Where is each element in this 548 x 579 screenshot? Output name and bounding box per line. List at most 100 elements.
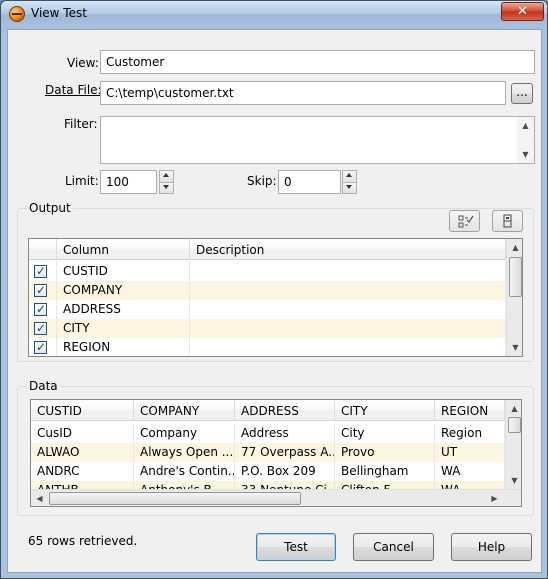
output-scrollbar[interactable]: ▲ ▼	[506, 239, 522, 356]
filter-label: Filter:	[64, 117, 98, 131]
data-row[interactable]: ALWAO Always Open ... 77 Overpass A... P…	[31, 443, 505, 462]
data-row[interactable]: ANDRC Andre's Contin... P.O. Box 209 Bel…	[31, 462, 505, 481]
view-label: View:	[67, 56, 99, 70]
data-cell: Region	[435, 424, 505, 443]
output-description[interactable]	[190, 319, 506, 338]
window-title: View Test	[31, 6, 87, 20]
filter-field[interactable]	[100, 116, 535, 164]
data-cell: UT	[435, 443, 505, 462]
output-group-label: Output	[27, 201, 73, 215]
scroll-arrow-icon[interactable]: ▲	[517, 117, 534, 134]
status-text: 65 rows retrieved.	[28, 534, 138, 548]
data-cell: Company	[134, 424, 235, 443]
scroll-arrow-icon[interactable]: ▶	[486, 490, 503, 506]
spinner-down-icon[interactable]	[160, 182, 173, 193]
datafile-label: Data File:	[45, 83, 102, 97]
skip-spinner[interactable]	[342, 170, 357, 194]
row-checkbox[interactable]	[29, 300, 57, 319]
output-row[interactable]: COMPANY	[29, 281, 506, 300]
output-description[interactable]	[190, 338, 506, 356]
data-group-label: Data	[27, 379, 60, 393]
output-column-name: COMPANY	[57, 281, 190, 300]
title-bar[interactable]: View Test ✕	[1, 1, 547, 27]
skip-label: Skip:	[247, 174, 277, 188]
output-description[interactable]	[190, 281, 506, 300]
output-column-name: CITY	[57, 319, 190, 338]
checkbox-checked[interactable]	[34, 321, 47, 335]
data-cell: 77 Overpass A...	[235, 443, 335, 462]
output-header-column[interactable]: Column	[57, 239, 190, 260]
output-grid: Column Description CUSTID COMPANY ADDRES…	[28, 238, 523, 357]
output-row[interactable]: ADDRESS	[29, 300, 506, 319]
select-all-button[interactable]	[449, 210, 480, 232]
data-cell: Bellingham	[335, 462, 435, 481]
checkbox-checked[interactable]	[34, 264, 47, 278]
help-button[interactable]: Help	[451, 533, 532, 561]
data-header-city[interactable]: CITY	[335, 400, 435, 421]
datafile-field[interactable]: C:\temp\customer.txt	[100, 81, 506, 105]
output-header-description[interactable]: Description	[190, 239, 506, 260]
checkbox-checked[interactable]	[34, 340, 47, 354]
view-test-window: View Test ✕ View: Customer Data File: C:…	[0, 0, 548, 579]
skip-field[interactable]: 0	[278, 170, 341, 194]
data-cell: Always Open ...	[134, 443, 235, 462]
data-header-company[interactable]: COMPANY	[134, 400, 235, 421]
data-row[interactable]: CusID Company Address City Region	[31, 424, 505, 443]
output-row[interactable]: CITY	[29, 319, 506, 338]
output-description[interactable]	[190, 300, 506, 319]
scroll-arrow-icon[interactable]: ◀	[31, 490, 48, 506]
scroll-arrow-icon[interactable]: ▲	[507, 239, 522, 256]
checkbox-checked[interactable]	[34, 302, 47, 316]
scroll-arrow-icon[interactable]: ▼	[506, 472, 521, 489]
view-field[interactable]: Customer	[100, 50, 535, 74]
data-cell: ANDRC	[31, 462, 134, 481]
data-cell: Andre's Contin...	[134, 462, 235, 481]
scroll-thumb[interactable]	[509, 257, 522, 297]
data-cell: CusID	[31, 424, 134, 443]
close-button[interactable]: ✕	[501, 2, 544, 21]
app-icon	[9, 6, 25, 22]
checkbox-checked[interactable]	[34, 283, 47, 297]
output-column-name: ADDRESS	[57, 300, 190, 319]
check-list-icon	[458, 215, 474, 228]
data-cell: P.O. Box 209	[235, 462, 335, 481]
data-header-custid[interactable]: CUSTID	[31, 400, 134, 421]
browse-button[interactable]: ...	[511, 83, 533, 104]
data-hscrollbar[interactable]: ◀ ▶	[31, 489, 521, 506]
spinner-up-icon[interactable]	[160, 171, 173, 182]
output-description[interactable]	[190, 262, 506, 281]
output-column-name: CUSTID	[57, 262, 190, 281]
test-button[interactable]: Test	[256, 533, 336, 561]
row-checkbox[interactable]	[29, 319, 57, 338]
output-header-check	[29, 239, 57, 260]
cancel-button[interactable]: Cancel	[353, 533, 434, 561]
output-row[interactable]: CUSTID	[29, 262, 506, 281]
data-header-region[interactable]: REGION	[435, 400, 505, 421]
data-header-address[interactable]: ADDRESS	[235, 400, 335, 421]
row-checkbox[interactable]	[29, 262, 57, 281]
scroll-arrow-icon[interactable]: ▲	[506, 400, 521, 417]
spinner-down-icon[interactable]	[343, 182, 356, 193]
limit-label: Limit:	[65, 174, 99, 188]
data-cell: Address	[235, 424, 335, 443]
data-grid: CUSTID COMPANY ADDRESS CITY REGION CusID…	[30, 399, 522, 507]
limit-spinner[interactable]	[159, 170, 174, 194]
scroll-arrow-icon[interactable]: ▼	[507, 339, 522, 356]
row-checkbox[interactable]	[29, 338, 57, 356]
output-row[interactable]: REGION	[29, 338, 506, 356]
scroll-thumb[interactable]	[49, 492, 301, 505]
column-layout-button[interactable]	[492, 210, 523, 232]
scroll-thumb[interactable]	[508, 417, 521, 433]
column-layout-icon	[503, 214, 512, 228]
data-cell: ALWAO	[31, 443, 134, 462]
data-vscrollbar[interactable]: ▲ ▼	[505, 400, 521, 489]
row-checkbox[interactable]	[29, 281, 57, 300]
data-cell: WA	[435, 462, 505, 481]
dialog-body: View: Customer Data File: C:\temp\custom…	[7, 29, 542, 573]
filter-scrollbar[interactable]: ▲ ▼	[517, 117, 534, 163]
output-column-name: REGION	[57, 338, 190, 356]
spinner-up-icon[interactable]	[343, 171, 356, 182]
limit-field[interactable]: 100	[100, 170, 157, 194]
scroll-arrow-icon[interactable]: ▼	[517, 146, 534, 163]
close-icon: ✕	[517, 4, 528, 19]
